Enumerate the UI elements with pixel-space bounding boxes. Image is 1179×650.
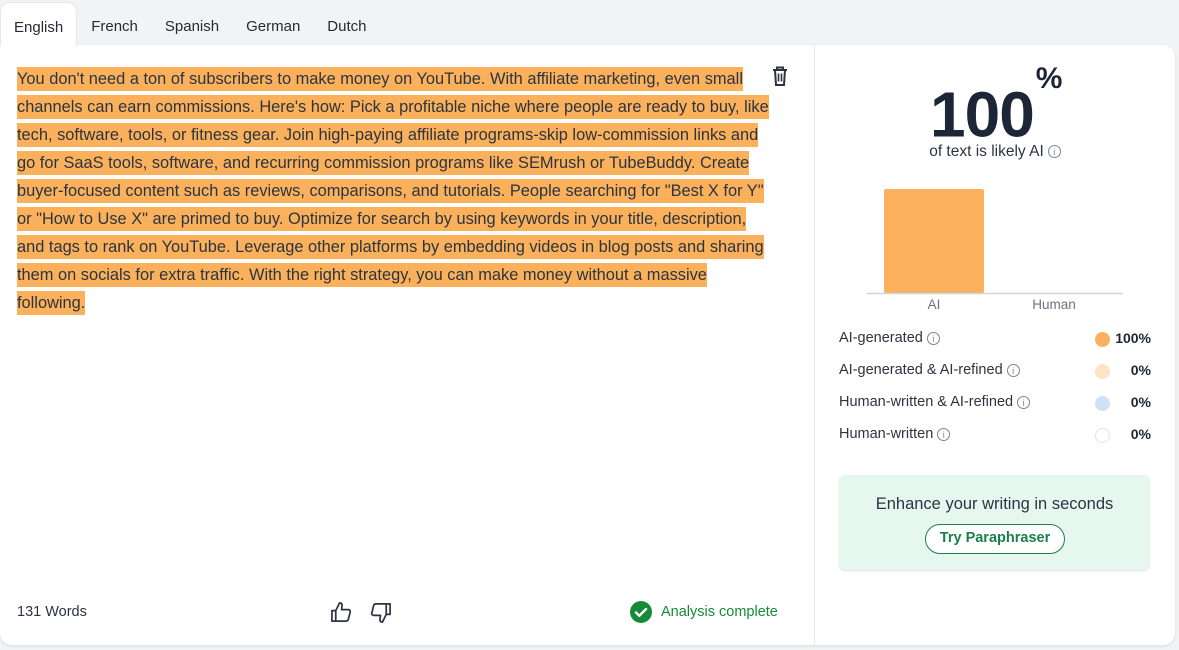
- breakdown-value: 0%: [1130, 394, 1151, 410]
- status-text: Analysis complete: [661, 604, 778, 620]
- tab-french[interactable]: French: [78, 2, 151, 46]
- analyzed-text[interactable]: You don't need a ton of subscribers to m…: [17, 65, 777, 317]
- info-icon[interactable]: i: [926, 331, 940, 345]
- breakdown-row-human-written-ai-refined: Human-written & AI-refined i 0%: [839, 394, 1151, 414]
- info-icon[interactable]: i: [1047, 145, 1061, 159]
- breakdown-value: 0%: [1130, 362, 1151, 378]
- ai-human-bar-chart: AI Human: [867, 189, 1123, 312]
- promo-text: Enhance your writing in seconds: [875, 495, 1114, 513]
- breakdown-value: 0%: [1130, 426, 1151, 442]
- legend-dot: [1095, 332, 1110, 347]
- legend-dot: [1095, 364, 1110, 379]
- thumbs-down-icon[interactable]: [369, 601, 392, 624]
- tick-label-human: Human: [1032, 297, 1076, 312]
- try-paraphraser-button[interactable]: Try Paraphraser: [925, 524, 1065, 554]
- breakdown-row-ai-generated: AI-generated i 100%: [839, 330, 1151, 350]
- info-icon[interactable]: i: [1017, 395, 1031, 409]
- tab-english[interactable]: English: [0, 2, 78, 46]
- bar-ai: [884, 189, 984, 293]
- analysis-status: Analysis complete: [630, 601, 778, 623]
- tab-dutch[interactable]: Dutch: [314, 2, 379, 46]
- legend-dot: [1095, 396, 1110, 411]
- breakdown-row-human-written: Human-written i 0%: [839, 426, 1151, 446]
- ai-score: 100%: [930, 62, 1062, 146]
- breakdown-row-ai-generated-ai-refined: AI-generated & AI-refined i 0%: [839, 362, 1151, 382]
- word-count: 131 Words: [17, 604, 87, 620]
- paraphraser-promo: Enhance your writing in seconds Try Para…: [839, 475, 1150, 570]
- feedback-buttons: [330, 601, 392, 624]
- detector-card: You don't need a ton of subscribers to m…: [0, 45, 1175, 645]
- ai-score-unit: %: [1035, 62, 1063, 95]
- language-tabs: English French Spanish German Dutch: [0, 0, 379, 46]
- tab-spanish[interactable]: Spanish: [152, 2, 232, 46]
- input-panel: You don't need a ton of subscribers to m…: [0, 45, 815, 645]
- tab-german[interactable]: German: [233, 2, 313, 46]
- ai-score-value: 100: [930, 78, 1035, 151]
- score-caption: of text is likely AI i: [815, 143, 1175, 161]
- info-icon[interactable]: i: [1006, 363, 1020, 377]
- legend-dot: [1095, 428, 1110, 443]
- breakdown-label: AI-generated: [839, 330, 923, 346]
- info-icon[interactable]: i: [937, 427, 951, 441]
- breakdown-label: Human-written: [839, 426, 934, 442]
- check-circle-icon: [630, 601, 652, 623]
- tick-label-ai: AI: [928, 297, 941, 312]
- ai-highlighted-text: You don't need a ton of subscribers to m…: [17, 67, 769, 315]
- breakdown-value: 100%: [1115, 330, 1151, 346]
- trash-icon[interactable]: [770, 65, 790, 87]
- breakdown-label: Human-written & AI-refined: [839, 394, 1014, 410]
- thumbs-up-icon[interactable]: [330, 601, 353, 624]
- score-caption-text: of text is likely AI: [929, 143, 1044, 160]
- breakdown-label: AI-generated & AI-refined: [839, 362, 1003, 378]
- results-panel: 100% of text is likely AI i AI Human AI-ge…: [815, 45, 1175, 645]
